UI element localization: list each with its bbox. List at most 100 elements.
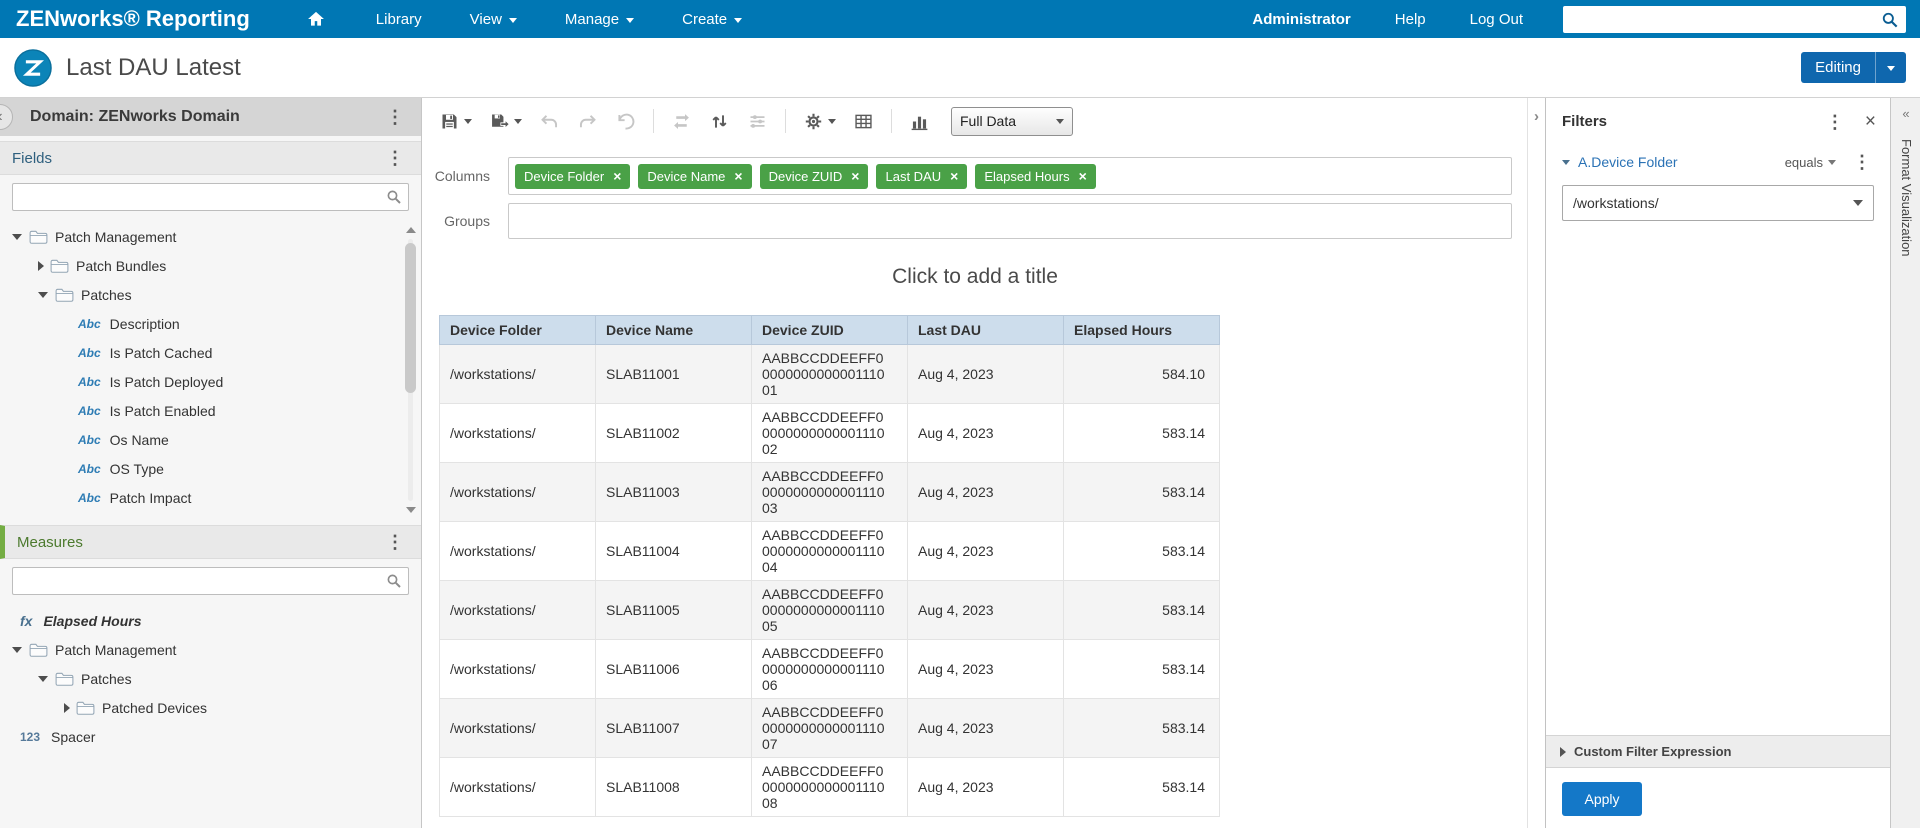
tree-folder-patched-devices[interactable]: Patched Devices — [0, 693, 421, 722]
nav-create[interactable]: Create — [658, 0, 766, 38]
column-header-device-folder[interactable]: Device Folder — [440, 316, 596, 345]
input-controls-button[interactable] — [747, 111, 768, 132]
tree-field-os-type[interactable]: Abc OS Type — [0, 454, 421, 483]
display-options-button[interactable] — [853, 111, 874, 132]
folder-icon — [55, 288, 74, 302]
filters-collapse-handle[interactable]: › — [1528, 108, 1545, 125]
column-chip[interactable]: Device ZUID× — [760, 164, 869, 189]
filter-field-name[interactable]: A.Device Folder — [1578, 154, 1678, 170]
filter-value-select[interactable]: /workstations/ — [1562, 185, 1874, 221]
nav-view[interactable]: View — [446, 0, 541, 38]
column-header-device-zuid[interactable]: Device ZUID — [752, 316, 908, 345]
chip-remove-icon[interactable]: × — [613, 169, 621, 183]
export-icon — [489, 111, 510, 132]
tree-folder-patches[interactable]: Patches — [0, 280, 421, 309]
folder-icon — [50, 259, 69, 273]
nav-library[interactable]: Library — [352, 0, 446, 38]
tree-field-description[interactable]: Abc Description — [0, 309, 421, 338]
column-header-device-name[interactable]: Device Name — [596, 316, 752, 345]
tree-folder-patch-management[interactable]: Patch Management — [0, 222, 421, 251]
expand-panel-icon[interactable]: « — [1891, 106, 1920, 121]
global-search-input[interactable] — [1563, 6, 1906, 33]
measures-search-input[interactable] — [12, 567, 409, 595]
canvas-options-button[interactable] — [803, 111, 836, 132]
apply-button[interactable]: Apply — [1562, 782, 1642, 816]
search-icon[interactable] — [1880, 10, 1900, 30]
column-chip[interactable]: Device Name× — [638, 164, 751, 189]
tree-field-is-patch-deployed[interactable]: Abc Is Patch Deployed — [0, 367, 421, 396]
scroll-down-button[interactable] — [403, 503, 418, 517]
filters-menu-button[interactable]: ⋮ — [1821, 113, 1849, 131]
sort-button[interactable] — [709, 111, 730, 132]
column-header-elapsed-hours[interactable]: Elapsed Hours — [1064, 316, 1220, 345]
filters-close-button[interactable]: × — [1865, 112, 1876, 131]
fields-search-input[interactable] — [12, 183, 409, 211]
switch-group-button[interactable] — [671, 111, 692, 132]
tree-field-patch-impact[interactable]: Abc Patch Impact — [0, 483, 421, 512]
chevron-down-icon — [514, 119, 522, 124]
help-link[interactable]: Help — [1373, 11, 1448, 28]
table-header-row: Device Folder Device Name Device ZUID La… — [440, 316, 1220, 345]
expander-icon[interactable] — [38, 676, 48, 682]
expander-icon[interactable] — [64, 703, 70, 713]
table-row: /workstations/ SLAB11007 AABBCCDDEEFF000… — [440, 699, 1220, 758]
filter-expander-icon[interactable] — [1562, 160, 1570, 165]
expander-icon[interactable] — [12, 647, 22, 653]
nav-manage[interactable]: Manage — [541, 0, 658, 38]
user-menu[interactable]: Administrator — [1230, 11, 1372, 28]
switch-group-icon — [671, 111, 692, 132]
fields-scrollbar[interactable] — [403, 223, 418, 517]
columns-dropzone[interactable]: Device Folder× Device Name× Device ZUID×… — [508, 157, 1512, 195]
tree-field-os-name[interactable]: Abc Os Name — [0, 425, 421, 454]
table-row: /workstations/ SLAB11001 AABBCCDDEEFF000… — [440, 345, 1220, 404]
chevron-down-icon — [464, 119, 472, 124]
expander-icon[interactable] — [38, 261, 44, 271]
expander-icon[interactable] — [12, 234, 22, 240]
tree-folder-patch-management-measures[interactable]: Patch Management — [0, 635, 421, 664]
fields-menu-button[interactable]: ⋮ — [381, 149, 409, 167]
undo-all-button[interactable] — [615, 111, 636, 132]
filters-title: Filters — [1562, 113, 1607, 130]
tree-folder-patch-bundles[interactable]: Patch Bundles — [0, 251, 421, 280]
measures-menu-button[interactable]: ⋮ — [381, 533, 409, 551]
text-type-icon: Abc — [78, 462, 101, 476]
column-header-last-dau[interactable]: Last DAU — [908, 316, 1064, 345]
chart-type-button[interactable] — [909, 111, 930, 132]
report-title-placeholder[interactable]: Click to add a title — [423, 265, 1527, 289]
column-chip[interactable]: Last DAU× — [876, 164, 967, 189]
redo-button[interactable] — [577, 111, 598, 132]
filters-panel-gutter: › — [1527, 98, 1545, 828]
chip-remove-icon[interactable]: × — [734, 169, 742, 183]
undo-button[interactable] — [539, 111, 560, 132]
filter-operator-select[interactable]: equals — [1785, 155, 1836, 170]
editing-button[interactable]: Editing — [1801, 52, 1906, 83]
export-button[interactable] — [489, 111, 522, 132]
chip-remove-icon[interactable]: × — [1079, 169, 1087, 183]
tree-folder-patches-measures[interactable]: Patches — [0, 664, 421, 693]
tree-field-is-patch-enabled[interactable]: Abc Is Patch Enabled — [0, 396, 421, 425]
expander-icon[interactable] — [38, 292, 48, 298]
redo-icon — [577, 111, 598, 132]
domain-menu-button[interactable]: ⋮ — [381, 108, 409, 126]
logout-link[interactable]: Log Out — [1448, 11, 1545, 28]
data-mode-select[interactable]: Full Data — [951, 107, 1073, 136]
scrollbar-thumb[interactable] — [405, 243, 416, 393]
measure-spacer[interactable]: 123 Spacer — [0, 722, 421, 751]
chip-remove-icon[interactable]: × — [851, 169, 859, 183]
column-chip[interactable]: Device Folder× — [515, 164, 630, 189]
format-visualization-tab[interactable]: « Format Visualization — [1890, 98, 1920, 828]
measures-header-label: Measures — [17, 534, 83, 551]
chip-remove-icon[interactable]: × — [950, 169, 958, 183]
folder-icon — [55, 672, 74, 686]
tree-field-is-patch-cached[interactable]: Abc Is Patch Cached — [0, 338, 421, 367]
custom-filter-expression-toggle[interactable]: Custom Filter Expression — [1546, 735, 1890, 768]
scroll-up-button[interactable] — [403, 223, 418, 237]
home-button[interactable] — [280, 0, 352, 38]
measure-elapsed-hours[interactable]: fx Elapsed Hours — [0, 606, 421, 635]
groups-dropzone[interactable] — [508, 203, 1512, 239]
left-panel: ‹ Domain: ZENworks Domain ⋮ Fields ⋮ Pat… — [0, 98, 422, 828]
filter-menu-button[interactable]: ⋮ — [1848, 153, 1876, 171]
save-button[interactable] — [439, 111, 472, 132]
table-row: /workstations/ SLAB11002 AABBCCDDEEFF000… — [440, 404, 1220, 463]
column-chip[interactable]: Elapsed Hours× — [975, 164, 1095, 189]
